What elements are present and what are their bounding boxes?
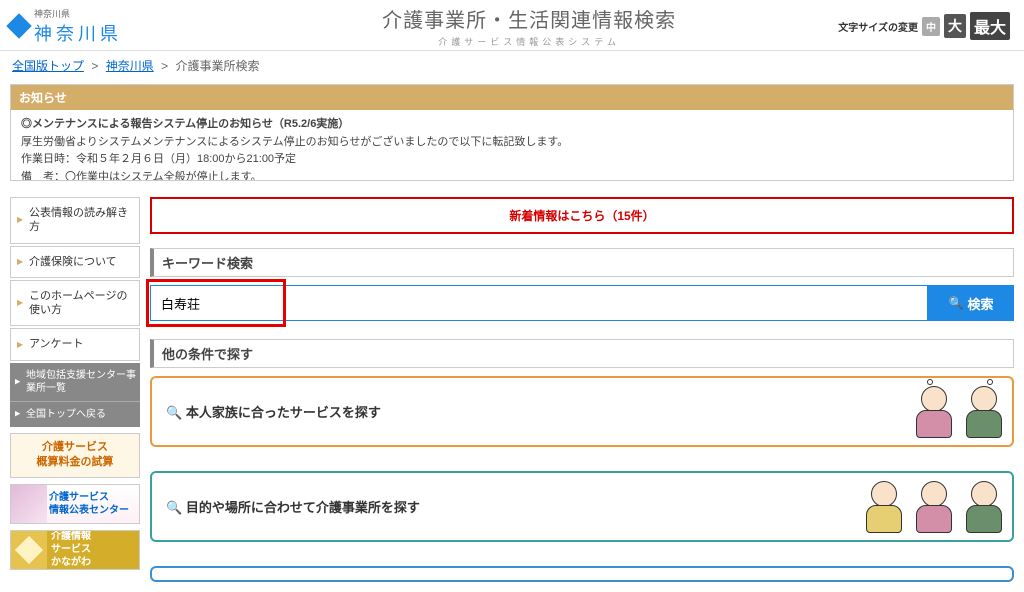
- notice-line: 備 考：〇作業中はシステム全般が停止します。: [21, 169, 1003, 180]
- org-small-label: 神奈川県: [34, 7, 122, 20]
- notice-title: お知らせ: [11, 85, 1013, 110]
- breadcrumb-sep: >: [91, 59, 98, 73]
- banner-kanagawa-label: 介護情報 サービス かながわ: [47, 530, 139, 569]
- font-size-mid-button[interactable]: 中: [922, 17, 940, 36]
- banner-thumb-icon: [11, 484, 47, 524]
- site-title: 介護事業所・生活関連情報検索: [220, 4, 838, 33]
- question-bubble-icon: ?: [912, 376, 942, 378]
- breadcrumb-ken-link[interactable]: 神奈川県: [106, 59, 154, 73]
- sidebar: 公表情報の読み解き方 介護保険について このホームページの使い方 アンケート 地…: [10, 197, 140, 582]
- other-conditions-heading: 他の条件で探す: [150, 339, 1014, 368]
- sidebar-sub-zenkoku-top[interactable]: 全国トップへ戻る: [10, 401, 140, 427]
- site-subtitle: 介護サービス情報公表システム: [220, 35, 838, 48]
- breadcrumb-top-link[interactable]: 全国版トップ: [12, 59, 84, 73]
- banner-thumb-icon: [11, 530, 47, 570]
- banner-publish-center[interactable]: 介護サービス 情報公表センター: [10, 484, 140, 524]
- breadcrumb: 全国版トップ > 神奈川県 > 介護事業所検索: [0, 51, 1024, 84]
- font-size-switcher: 文字サイズの変更 中 大 最大: [838, 12, 1024, 40]
- sidebar-sub-center-list[interactable]: 地域包括支援センター事業所一覧: [10, 363, 140, 401]
- font-size-xlarge-button[interactable]: 最大: [970, 12, 1010, 40]
- breadcrumb-current: 介護事業所検索: [175, 59, 259, 73]
- banner-center-label: 介護サービス 情報公表センター: [47, 491, 139, 517]
- notice-line: 作業日時：令和５年２月６日（月）18:00から21:00予定: [21, 151, 1003, 169]
- site-title-block: 介護事業所・生活関連情報検索 介護サービス情報公表システム: [220, 4, 838, 48]
- keyword-search-row: 検索: [150, 285, 1014, 321]
- cond-card-partial[interactable]: [150, 566, 1014, 582]
- banner-fee-estimate[interactable]: 介護サービス 概算料金の試算: [10, 433, 140, 478]
- cond-card-label: 本人家族に合ったサービスを探す: [166, 402, 381, 421]
- main-content: 新着情報はこちら（15件） キーワード検索 検索 他の条件で探す 本人家族に合っ…: [150, 197, 1014, 582]
- org-name: 神奈川県: [34, 20, 122, 46]
- font-size-label: 文字サイズの変更: [838, 19, 918, 34]
- sidebar-item-survey[interactable]: アンケート: [10, 328, 140, 360]
- new-info-link[interactable]: 新着情報はこちら（15件）: [150, 197, 1014, 234]
- org-logo-icon: [6, 13, 31, 38]
- banner-kanagawa-service[interactable]: 介護情報 サービス かながわ: [10, 530, 140, 570]
- keyword-search-heading: キーワード検索: [150, 248, 1014, 277]
- sidebar-item-about-kaigo[interactable]: 介護保険について: [10, 246, 140, 278]
- cond-card-family-service[interactable]: 本人家族に合ったサービスを探す ? ⁑: [150, 376, 1014, 447]
- cond-card-illustration: ? ⁑: [912, 384, 1006, 440]
- sidebar-item-howto-use[interactable]: このホームページの使い方: [10, 280, 140, 327]
- sidebar-item-howto-read[interactable]: 公表情報の読み解き方: [10, 197, 140, 244]
- notice-line: 厚生労働省よりシステムメンテナンスによるシステム停止のお知らせがございましたので…: [21, 134, 1003, 152]
- person-icon: ?: [912, 384, 956, 440]
- keyword-search-input[interactable]: [150, 285, 928, 321]
- person-icon: ⁑: [962, 384, 1006, 440]
- thought-bubble-icon: ⁑: [976, 376, 1006, 378]
- breadcrumb-sep: >: [161, 59, 168, 73]
- org-logo-block[interactable]: 神奈川県 神奈川県: [0, 7, 220, 46]
- page-header: 神奈川県 神奈川県 介護事業所・生活関連情報検索 介護サービス情報公表システム …: [0, 0, 1024, 51]
- notice-body[interactable]: ◎メンテナンスによる報告システム停止のお知らせ（R5.2/6実施） 厚生労働省よ…: [11, 110, 1013, 180]
- notice-block: お知らせ ◎メンテナンスによる報告システム停止のお知らせ（R5.2/6実施） 厚…: [10, 84, 1014, 181]
- notice-line: ◎メンテナンスによる報告システム停止のお知らせ（R5.2/6実施）: [21, 116, 1003, 134]
- search-button[interactable]: 検索: [928, 285, 1014, 321]
- font-size-large-button[interactable]: 大: [944, 14, 966, 38]
